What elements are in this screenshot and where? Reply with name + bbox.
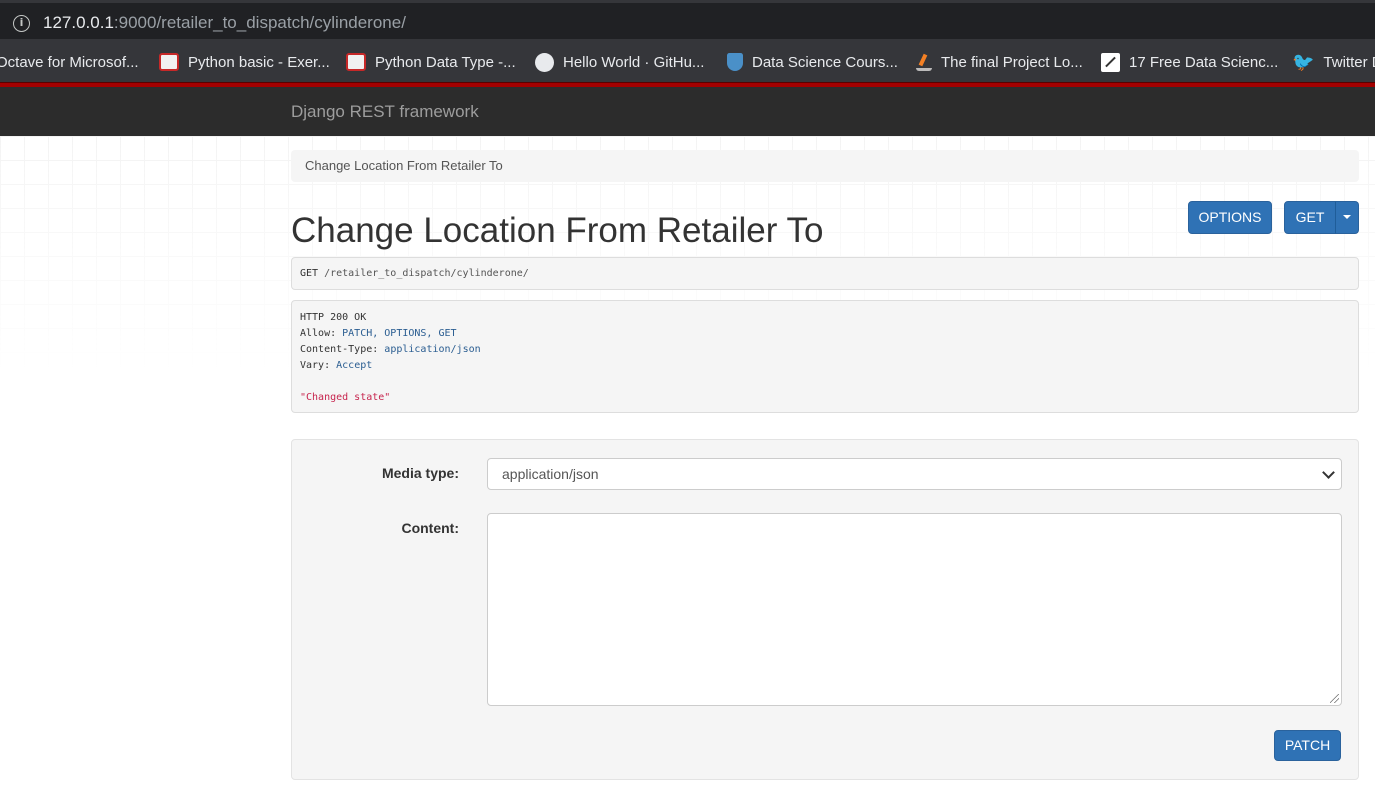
navbar-brand[interactable]: Django REST framework — [291, 102, 479, 122]
navbar: Django REST framework — [0, 87, 1375, 136]
bookmark-label: Python Data Type -... — [375, 53, 516, 71]
browser-address-bar: i 127.0.0.1:9000/retailer_to_dispatch/cy… — [0, 0, 1375, 42]
bookmark-label: Python basic - Exer... — [188, 53, 330, 71]
bookmark-python-data-type[interactable]: Python Data Type -... — [346, 52, 516, 72]
shield-icon — [727, 53, 743, 71]
response-header: Allow: PATCH, OPTIONS, GET — [300, 326, 1350, 342]
main-content: Change Location From Retailer To Change … — [291, 150, 1359, 780]
breadcrumb: Change Location From Retailer To — [291, 150, 1359, 182]
media-type-label: Media type: — [381, 465, 459, 481]
bookmark-twitter[interactable]: 🐦 Twitter D — [1292, 51, 1375, 73]
header-key: Vary: — [300, 360, 331, 371]
bookmark-label: Twitter D — [1323, 53, 1375, 71]
bookmark-data-science-free[interactable]: 17 Free Data Scienc... — [1101, 52, 1278, 72]
url-field[interactable]: i 127.0.0.1:9000/retailer_to_dispatch/cy… — [0, 3, 1375, 39]
github-icon — [535, 52, 554, 72]
page-title: Change Location From Retailer To — [291, 211, 824, 250]
get-format-dropdown-button[interactable] — [1335, 201, 1359, 234]
bookmark-octave[interactable]: Octave for Microsof... — [0, 52, 139, 72]
get-button[interactable]: GET — [1284, 201, 1336, 234]
media-type-select[interactable]: application/json — [487, 458, 1342, 490]
response-body: "Changed state" — [300, 392, 391, 403]
response-header: Vary: Accept — [300, 358, 1350, 374]
header-value: PATCH, OPTIONS, GET — [336, 328, 457, 339]
w3resource-icon — [159, 53, 179, 71]
request-method: GET — [300, 268, 319, 279]
bookmark-hello-world[interactable]: Hello World · GitHu... — [535, 52, 704, 72]
patch-form: Media type: application/json Content: PA… — [291, 439, 1359, 780]
header-value: application/json — [378, 344, 481, 355]
request-info: GET /retailer_to_dispatch/cylinderone/ — [291, 257, 1359, 290]
breadcrumb-current: Change Location From Retailer To — [305, 158, 503, 173]
header-value: Accept — [330, 360, 373, 371]
bookmark-label: Data Science Cours... — [752, 53, 898, 71]
header-key: Content-Type: — [300, 344, 379, 355]
content-textarea[interactable] — [487, 513, 1342, 706]
bookmark-data-science-course[interactable]: Data Science Cours... — [727, 52, 898, 72]
url-text[interactable]: 127.0.0.1:9000/retailer_to_dispatch/cyli… — [43, 13, 406, 33]
request-path: /retailer_to_dispatch/cylinderone/ — [318, 268, 529, 279]
chevron-down-icon — [1322, 466, 1335, 479]
bookmarks-bar: Octave for Microsof... Python basic - Ex… — [0, 42, 1375, 82]
twitter-icon: 🐦 — [1292, 51, 1315, 73]
chart-icon — [1101, 52, 1120, 72]
response-status: HTTP 200 OK — [300, 312, 367, 323]
patch-button[interactable]: PATCH — [1274, 730, 1341, 761]
media-type-value: application/json — [502, 466, 599, 482]
header-key: Allow: — [300, 328, 337, 339]
url-path: :9000/retailer_to_dispatch/cylinderone/ — [113, 13, 406, 32]
bookmark-label: Octave for Microsof... — [0, 53, 139, 71]
response-info: HTTP 200 OK Allow: PATCH, OPTIONS, GET C… — [291, 300, 1359, 413]
stackoverflow-icon — [916, 53, 932, 71]
content-label: Content: — [401, 520, 459, 536]
resize-handle-icon[interactable] — [1330, 694, 1339, 703]
response-header: Content-Type: application/json — [300, 342, 1350, 358]
bookmark-python-basic[interactable]: Python basic - Exer... — [159, 52, 330, 72]
bookmark-label: 17 Free Data Scienc... — [1129, 53, 1279, 71]
site-info-icon[interactable]: i — [13, 15, 30, 32]
bookmark-label: Hello World · GitHu... — [563, 53, 705, 71]
caret-down-icon — [1343, 214, 1351, 219]
bookmark-final-project[interactable]: The final Project Lo... — [916, 52, 1083, 72]
options-button[interactable]: OPTIONS — [1188, 201, 1272, 234]
bookmark-label: The final Project Lo... — [941, 53, 1083, 71]
w3resource-icon — [346, 53, 366, 71]
url-host: 127.0.0.1 — [43, 13, 114, 32]
